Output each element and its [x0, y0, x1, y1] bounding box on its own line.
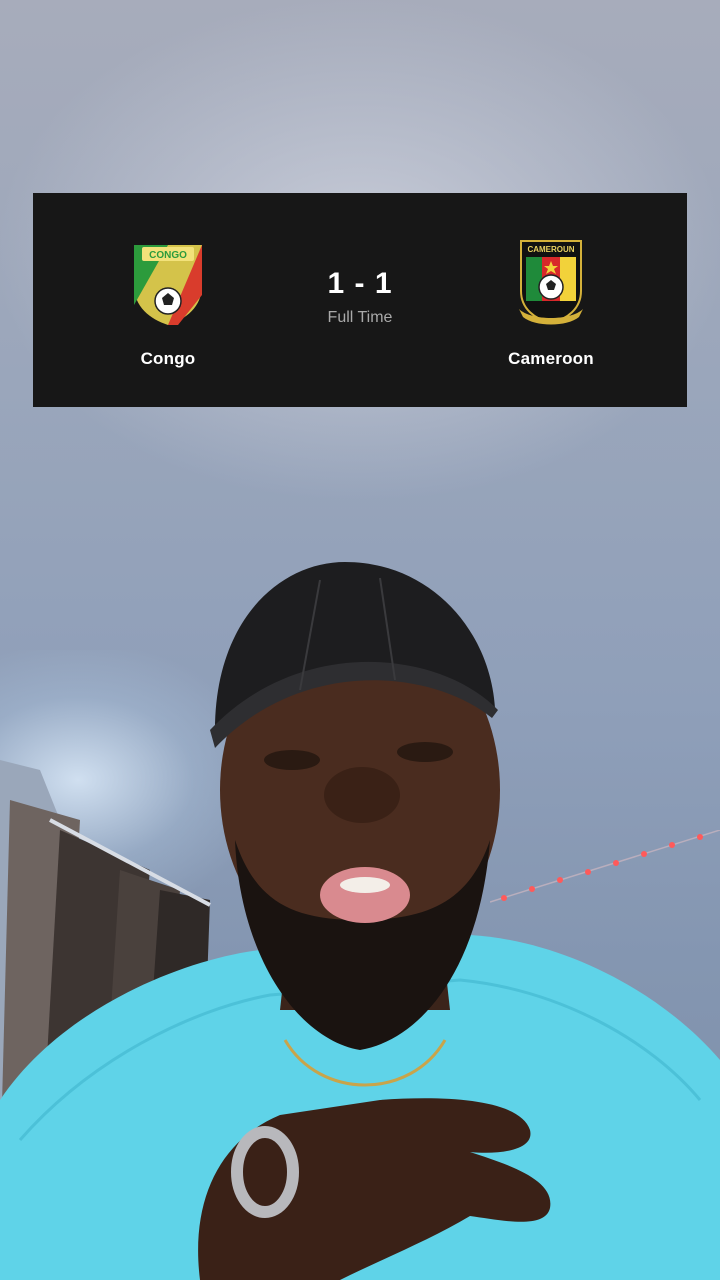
home-team: CONGO Congo: [98, 235, 238, 369]
match-status: Full Time: [327, 309, 393, 326]
away-team-name: Cameroon: [508, 349, 594, 368]
cameroon-football-crest-icon: CAMEROUN: [519, 240, 583, 325]
video-frame: CONGO Congo 1 - 1 Full Time CAMEROUN Cam…: [0, 0, 720, 1280]
match-score: 1 - 1: [327, 267, 393, 300]
match-score-card: CONGO Congo 1 - 1 Full Time CAMEROUN Cam…: [33, 193, 687, 407]
home-team-name: Congo: [140, 349, 196, 368]
svg-text:CAMEROUN: CAMEROUN: [527, 245, 574, 254]
score-summary: 1 - 1 Full Time: [260, 267, 460, 327]
presenter: [0, 562, 720, 1280]
congo-football-crest-icon: CONGO: [134, 245, 202, 325]
svg-text:CONGO: CONGO: [149, 250, 187, 261]
away-team: CAMEROUN Cameroon: [481, 235, 621, 369]
